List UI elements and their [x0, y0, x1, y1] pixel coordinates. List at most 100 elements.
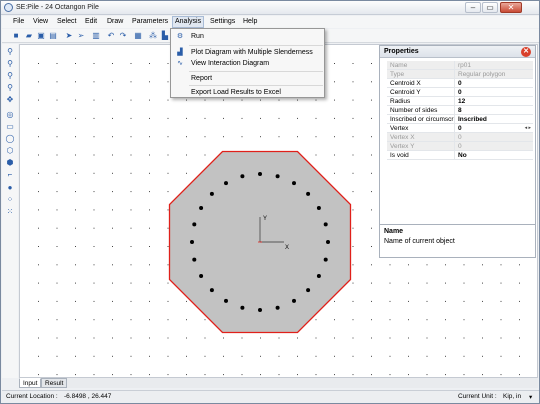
pile-point[interactable] — [316, 206, 321, 210]
pile-point[interactable] — [190, 240, 194, 244]
property-row-centroid-y[interactable]: Centroid Y 0 — [387, 88, 533, 97]
pile-point[interactable] — [258, 172, 262, 176]
zoom-out-icon[interactable]: ⚲ — [5, 71, 15, 81]
property-row-is-void[interactable]: Is void No — [387, 151, 533, 160]
close-icon[interactable]: ✕ — [521, 47, 531, 57]
tab-input[interactable]: Input — [19, 378, 42, 388]
property-row-vertex-y[interactable]: Vertex Y 0 — [387, 142, 533, 151]
print-icon[interactable]: ▤ — [48, 31, 58, 41]
pile-point[interactable] — [326, 240, 330, 244]
property-value[interactable]: 12 — [454, 97, 533, 106]
property-value[interactable]: 8 — [454, 106, 533, 115]
tab-result[interactable]: Result — [41, 378, 68, 388]
menu-file[interactable]: File — [13, 18, 24, 25]
property-row-vertex-x[interactable]: Vertex X 0 — [387, 133, 533, 142]
open-folder-icon[interactable]: ▰ — [24, 31, 34, 41]
property-row-vertex[interactable]: Vertex 0 ◂ ▸ — [387, 124, 533, 133]
zoom-in-icon[interactable]: ⚲ — [5, 59, 15, 69]
property-value[interactable]: 0 — [454, 88, 533, 97]
polygon-tool-icon[interactable]: ⬡ — [5, 146, 15, 156]
zoom-window-icon[interactable]: ⚲ — [5, 83, 15, 93]
pile-point[interactable] — [323, 257, 328, 262]
chart-icon[interactable]: ▙ — [160, 31, 170, 41]
menu-item-interaction-diagram[interactable]: ∿ View Interaction Diagram — [171, 57, 324, 70]
grid-dot — [38, 374, 39, 376]
menu-view[interactable]: View — [33, 18, 48, 25]
maximize-button[interactable]: ▭ — [482, 2, 498, 13]
pile-point[interactable] — [275, 305, 280, 310]
point-tool-icon[interactable]: ● — [5, 183, 15, 193]
grid-dot — [38, 264, 39, 266]
pile-point[interactable] — [258, 308, 262, 312]
redo-icon[interactable]: ↷ — [118, 31, 128, 41]
pile-point[interactable] — [240, 305, 245, 310]
menu-item-run[interactable]: ⚙ Run — [171, 30, 324, 43]
pile-point[interactable] — [199, 274, 204, 278]
menu-analysis[interactable]: Analysis — [172, 16, 205, 28]
select-pointer-icon[interactable]: ➤ — [64, 31, 74, 41]
property-row-centroid-x[interactable]: Centroid X 0 — [387, 79, 533, 88]
menu-help[interactable]: Help — [243, 18, 257, 25]
menu-draw[interactable]: Draw — [107, 18, 123, 25]
new-file-icon[interactable]: ■ — [11, 31, 21, 41]
grid-dot — [371, 319, 372, 321]
property-value[interactable]: No — [454, 151, 533, 160]
delete-icon[interactable]: ▥ — [91, 31, 101, 41]
zoom-icon[interactable]: ⚲ — [5, 47, 15, 57]
pile-point[interactable] — [224, 298, 228, 303]
menu-item-export-excel[interactable]: Export Load Results to Excel — [171, 86, 324, 99]
property-value[interactable]: Inscribed — [454, 115, 533, 124]
pile-group-icon[interactable]: ⁂ — [148, 31, 158, 41]
circular-pattern-icon[interactable]: ⁘ — [5, 195, 15, 205]
current-unit-value[interactable]: Kip, in — [503, 393, 521, 400]
property-row-radius[interactable]: Radius 12 — [387, 97, 533, 106]
property-value[interactable]: 0 — [454, 79, 533, 88]
grid-dot — [315, 319, 317, 321]
grid-dot — [352, 209, 354, 211]
pile-point[interactable] — [192, 222, 197, 227]
pile-point[interactable] — [275, 174, 280, 179]
menu-parameters[interactable]: Parameters — [132, 18, 168, 25]
pile-point[interactable] — [292, 298, 296, 303]
select-window-icon[interactable]: ➢ — [76, 31, 86, 41]
vertex-spinner[interactable]: ◂ ▸ — [525, 125, 531, 131]
pile-point[interactable] — [224, 181, 228, 186]
property-value[interactable]: 0 — [454, 124, 533, 133]
property-row-number-of-sides[interactable]: Number of sides 8 — [387, 106, 533, 115]
calculator-icon[interactable]: ▦ — [133, 31, 143, 41]
pile-point[interactable] — [209, 288, 214, 293]
pile-point[interactable] — [199, 206, 204, 210]
l-shape-tool-icon[interactable]: ⌐ — [5, 170, 15, 180]
pile-point[interactable] — [292, 181, 296, 186]
minimize-button[interactable]: – — [465, 2, 481, 13]
save-icon[interactable]: ▣ — [36, 31, 46, 41]
pile-point[interactable] — [323, 222, 328, 227]
grid-dot — [75, 300, 76, 302]
pile-point[interactable] — [306, 288, 311, 293]
menu-item-report[interactable]: Report — [171, 72, 324, 85]
pile-point[interactable] — [209, 191, 214, 196]
hexagon-tool-icon[interactable]: ⬢ — [5, 158, 15, 168]
property-row-inscribed[interactable]: Inscribed or circumscribed Inscribed — [387, 115, 533, 124]
pile-point[interactable] — [316, 274, 321, 278]
menu-edit[interactable]: Edit — [85, 18, 97, 25]
grid-dot — [315, 136, 317, 138]
menu-select[interactable]: Select — [57, 18, 76, 25]
rectangle-tool-icon[interactable]: ▭ — [5, 122, 15, 132]
pile-point[interactable] — [192, 257, 197, 262]
chevron-down-icon[interactable]: ▾ — [529, 393, 532, 401]
grid-dot — [56, 191, 58, 193]
close-button[interactable]: ✕ — [500, 2, 522, 13]
grid-dot — [38, 282, 39, 284]
circle-tool-icon[interactable]: ◎ — [5, 110, 15, 120]
pan-icon[interactable]: ✥ — [5, 95, 15, 105]
ellipse-tool-icon[interactable]: ◯ — [5, 134, 15, 144]
menu-settings[interactable]: Settings — [210, 18, 235, 25]
pile-point[interactable] — [240, 174, 245, 179]
grid-dot — [38, 300, 39, 302]
property-row-type[interactable]: Type Regular polygon — [387, 70, 533, 79]
grid-pattern-icon[interactable]: ⁙ — [5, 207, 15, 217]
property-row-name[interactable]: Name rp01 — [387, 61, 533, 70]
pile-point[interactable] — [306, 191, 311, 196]
undo-icon[interactable]: ↶ — [106, 31, 116, 41]
